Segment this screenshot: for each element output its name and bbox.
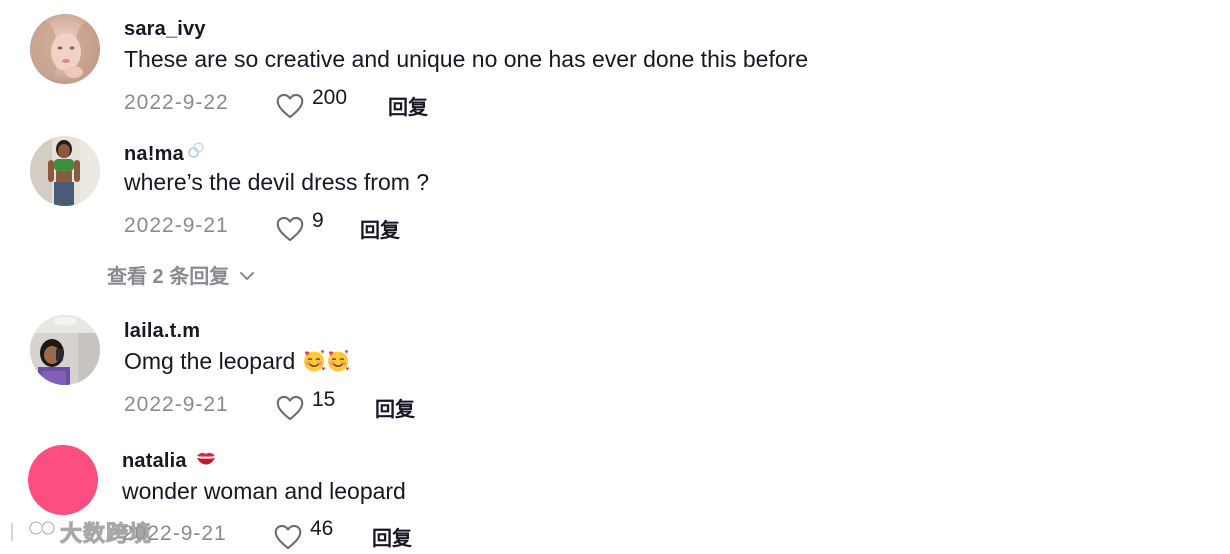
view-replies-label: 查看 2 条回复 xyxy=(107,266,230,288)
avatar[interactable] xyxy=(30,315,100,385)
like-button[interactable]: 9 xyxy=(276,209,324,242)
username-text: natalia xyxy=(122,450,187,472)
like-count: 46 xyxy=(310,517,334,540)
comment-text: wonder woman and leopard xyxy=(122,478,406,504)
view-replies-button[interactable]: 查看 2 条回复 xyxy=(107,260,255,289)
avatar[interactable] xyxy=(30,14,100,84)
comment-text-body: Omg the leopard xyxy=(124,348,296,374)
like-count: 200 xyxy=(312,86,348,109)
comment-text: where’s the devil dress from ? xyxy=(124,169,430,195)
comment-meta: 2022-9-21 15 回复 xyxy=(124,388,624,422)
like-count: 15 xyxy=(312,388,336,411)
comment-meta: 2022-9-21 9 回复 xyxy=(124,209,624,243)
watermark-text: 大数跨境 xyxy=(59,521,153,547)
smiling-face-with-hearts-emoji xyxy=(303,350,325,372)
heart-icon xyxy=(276,216,304,242)
comment-date: 2022-9-21 xyxy=(124,393,229,416)
logo-icon xyxy=(10,520,56,543)
reply-button[interactable]: 回复 xyxy=(375,393,415,422)
avatar[interactable] xyxy=(30,136,100,206)
username[interactable]: natalia xyxy=(122,450,216,473)
avatar-photo xyxy=(30,14,100,84)
heart-icon xyxy=(274,524,302,550)
heart-icon xyxy=(276,395,304,421)
reply-button[interactable]: 回复 xyxy=(388,91,428,120)
comment-date: 2022-9-22 xyxy=(124,91,229,114)
heart-icon xyxy=(276,93,304,119)
comment-text: Omg the leopard xyxy=(124,348,350,375)
smiling-face-with-hearts-emoji xyxy=(327,350,349,372)
comment-date: 2022-9-21 xyxy=(124,214,229,237)
avatar[interactable] xyxy=(28,445,98,515)
comment-text: These are so creative and unique no one … xyxy=(124,46,809,72)
avatar-photo xyxy=(30,136,100,206)
username[interactable]: sara_ivy xyxy=(124,18,206,41)
avatar-photo xyxy=(30,315,100,385)
gender-symbol-icon xyxy=(188,142,204,158)
username[interactable]: na!ma xyxy=(124,141,205,166)
comment-meta: 2022-9-21 46 回复 xyxy=(122,517,622,551)
kiss-mark-emoji xyxy=(196,452,215,465)
chevron-down-icon xyxy=(240,272,255,280)
like-button[interactable]: 200 xyxy=(276,86,348,119)
like-button[interactable]: 46 xyxy=(274,517,334,550)
like-button[interactable]: 15 xyxy=(276,388,336,421)
watermark: 大数跨境 xyxy=(8,516,152,548)
username[interactable]: laila.t.m xyxy=(124,320,200,343)
like-count: 9 xyxy=(312,209,324,232)
reply-button[interactable]: 回复 xyxy=(360,214,400,243)
reply-button[interactable]: 回复 xyxy=(372,522,412,551)
comment-meta: 2022-9-22 200 回复 xyxy=(124,86,624,120)
username-text: na!ma xyxy=(124,143,184,165)
